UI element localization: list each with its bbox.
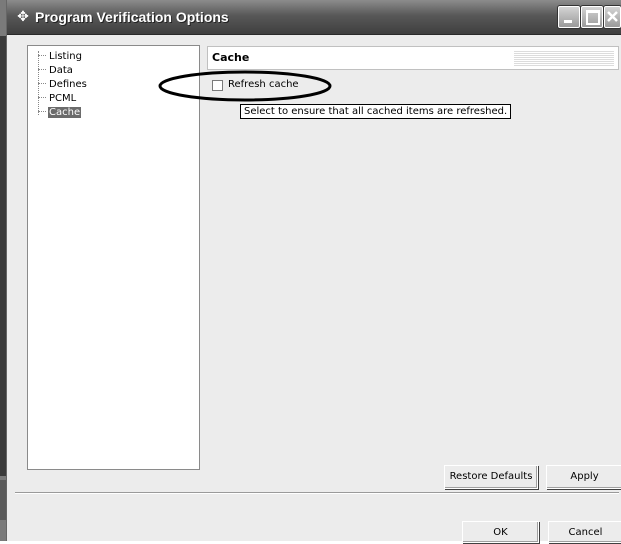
ok-button[interactable]: OK xyxy=(462,521,539,543)
tree-item-cache[interactable]: Cache xyxy=(38,106,82,120)
title-bar[interactable]: ✥ Program Verification Options xyxy=(7,0,621,35)
tree-item-label: Cache xyxy=(48,107,82,118)
tree-item-label: Defines xyxy=(49,79,87,90)
preferences-tree[interactable]: Listing Data Defines PCML Cache xyxy=(27,45,200,470)
apply-button[interactable]: Apply xyxy=(546,465,621,489)
dialog-window: ✥ Program Verification Options Listing D… xyxy=(6,0,621,543)
checkbox-tooltip: Select to ensure that all cached items a… xyxy=(240,104,512,119)
tree-item-data[interactable]: Data xyxy=(38,64,74,78)
window-title: Program Verification Options xyxy=(35,9,229,25)
tree-item-pcml[interactable]: PCML xyxy=(38,92,77,106)
maximize-button[interactable] xyxy=(581,6,603,28)
tree-item-label: Listing xyxy=(49,51,82,62)
header-decoration xyxy=(514,50,614,66)
close-icon xyxy=(607,11,618,22)
tree-item-label: PCML xyxy=(49,93,77,104)
page-header: Cache xyxy=(207,46,619,70)
tree-item-label: Data xyxy=(49,65,73,76)
annotation-ellipse xyxy=(158,70,332,102)
tree-item-listing[interactable]: Listing xyxy=(38,50,83,64)
crosshair-icon: ✥ xyxy=(17,9,29,25)
close-button[interactable] xyxy=(604,6,621,28)
button-separator xyxy=(15,492,619,494)
restore-defaults-button[interactable]: Restore Defaults xyxy=(444,465,538,489)
minimize-button[interactable] xyxy=(558,6,580,28)
cancel-button[interactable]: Cancel xyxy=(548,521,621,543)
page-title: Cache xyxy=(212,51,250,64)
tree-item-defines[interactable]: Defines xyxy=(38,78,88,92)
